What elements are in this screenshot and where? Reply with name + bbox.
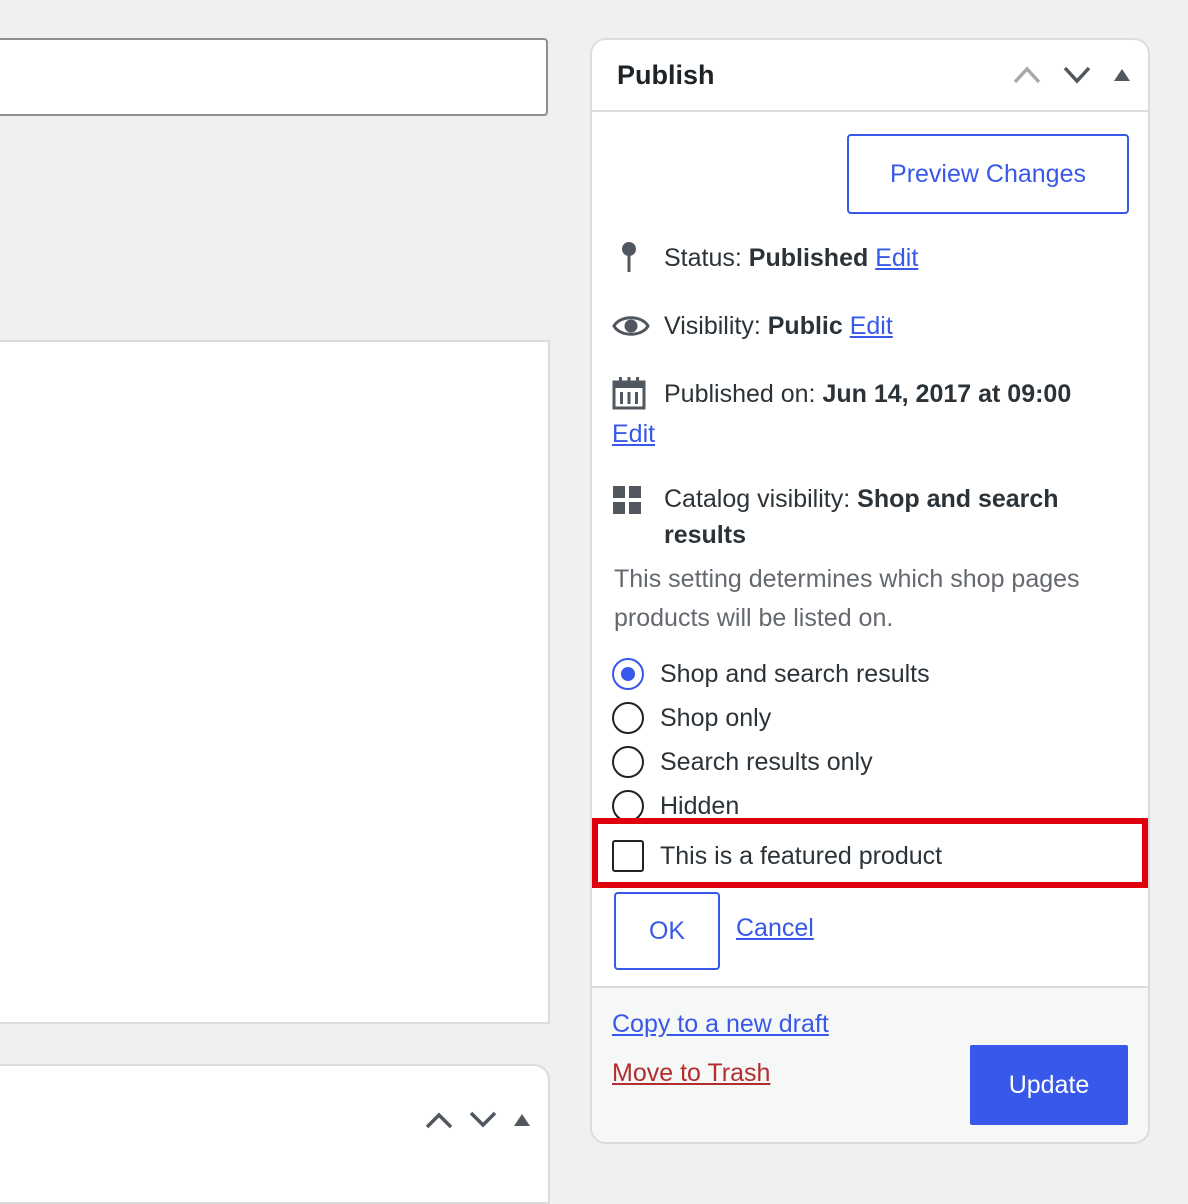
- move-down-icon[interactable]: [468, 1110, 498, 1130]
- featured-product-label: This is a featured product: [660, 841, 943, 870]
- copy-to-draft-link[interactable]: Copy to a new draft: [612, 1010, 829, 1039]
- publish-title: Publish: [617, 60, 715, 90]
- published-on-edit-link[interactable]: Edit: [612, 416, 655, 452]
- published-on-value: Jun 14, 2017 at 09:00: [822, 380, 1072, 408]
- catalog-visibility-label: Catalog visibility:: [664, 485, 851, 513]
- collapse-triangle-icon[interactable]: [512, 1112, 532, 1128]
- radio-option-shop-and-search[interactable]: Shop and search results: [612, 656, 930, 692]
- catalog-visibility-value-line1: Shop and search: [857, 485, 1059, 513]
- publish-header-controls: [1012, 64, 1132, 86]
- grid-icon: [612, 485, 642, 525]
- publish-metabox: Publish Preview Changes Status: Publishe…: [590, 38, 1150, 1144]
- cancel-link[interactable]: Cancel: [736, 914, 814, 943]
- post-content-editor[interactable]: [0, 340, 550, 1024]
- published-on-row: Published on: Jun 14, 2017 at 09:00 Edit: [612, 376, 1132, 456]
- calendar-icon: [612, 376, 646, 420]
- visibility-edit-link[interactable]: Edit: [850, 312, 893, 340]
- move-up-icon[interactable]: [1012, 64, 1042, 86]
- published-on-label: Published on:: [664, 380, 816, 408]
- move-down-icon[interactable]: [1062, 64, 1092, 86]
- catalog-visibility-value-line2: results: [664, 521, 746, 549]
- pin-icon: [612, 240, 646, 286]
- update-button[interactable]: Update: [970, 1045, 1128, 1125]
- catalog-visibility-row: Catalog visibility: Shop and search resu…: [612, 481, 1132, 553]
- status-value: Published: [748, 244, 869, 272]
- radio-option-shop-only[interactable]: Shop only: [612, 700, 771, 736]
- move-up-icon[interactable]: [424, 1110, 454, 1130]
- featured-product-option[interactable]: This is a featured product: [612, 838, 942, 874]
- collapse-triangle-icon[interactable]: [1112, 67, 1132, 83]
- visibility-value: Public: [767, 312, 843, 340]
- ok-button[interactable]: OK: [614, 892, 720, 970]
- radio-button[interactable]: [612, 746, 644, 778]
- radio-button[interactable]: [612, 702, 644, 734]
- featured-product-checkbox[interactable]: [612, 840, 644, 872]
- catalog-help-text: This setting determines which shop pages…: [614, 565, 1080, 632]
- radio-option-hidden[interactable]: Hidden: [612, 788, 739, 824]
- radio-button[interactable]: [612, 790, 644, 822]
- post-title-input[interactable]: [0, 38, 548, 116]
- radio-option-search-results-only[interactable]: Search results only: [612, 744, 873, 780]
- radio-button[interactable]: [612, 658, 644, 690]
- lower-metabox: [0, 1064, 550, 1204]
- move-to-trash-link[interactable]: Move to Trash: [612, 1059, 770, 1088]
- status-label: Status:: [664, 244, 742, 272]
- visibility-label: Visibility:: [664, 312, 761, 340]
- eye-icon: [612, 312, 650, 350]
- lower-metabox-controls: [424, 1110, 532, 1130]
- preview-changes-button[interactable]: Preview Changes: [847, 134, 1129, 214]
- status-edit-link[interactable]: Edit: [875, 244, 918, 272]
- publish-footer: Copy to a new draft Move to Trash Update: [592, 986, 1148, 1142]
- publish-header: Publish: [592, 40, 1148, 112]
